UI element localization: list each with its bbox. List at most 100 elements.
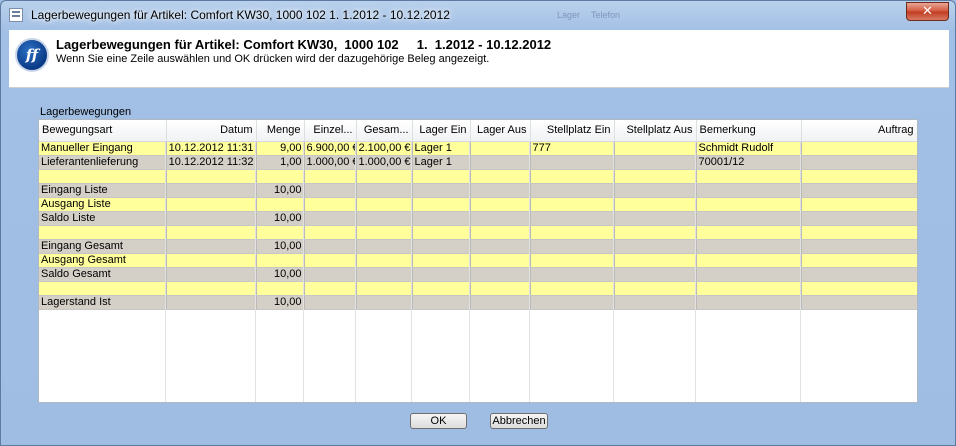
- column-header[interactable]: Bewegungsart: [39, 120, 167, 142]
- table-cell: Lagerstand Ist: [39, 295, 167, 310]
- table-cell: [801, 253, 917, 268]
- table-row[interactable]: Manueller Eingang 10.12.2012 11:31 9,00 6.9…: [39, 141, 917, 156]
- table-cell: [412, 253, 471, 268]
- table-cell: [166, 169, 257, 184]
- movements-table: Bewegungsart Datum Menge Einzel... Gesam... L…: [39, 120, 917, 310]
- table-cell: [166, 197, 257, 212]
- column-header[interactable]: Lager Ein: [412, 120, 471, 142]
- column-header[interactable]: Einzel...: [304, 120, 357, 142]
- table-cell: [412, 225, 471, 240]
- close-button[interactable]: ✕: [906, 2, 949, 21]
- table-cell: [614, 211, 697, 226]
- table-row[interactable]: [39, 281, 917, 296]
- table-cell: [470, 281, 531, 296]
- table-cell: [356, 267, 413, 282]
- table-row[interactable]: Saldo Liste 10,00: [39, 211, 917, 226]
- table-cell: 1.000,00 €: [356, 155, 413, 170]
- table-cell: [356, 169, 413, 184]
- column-header[interactable]: Gesam...: [356, 120, 413, 142]
- table-cell: Eingang Gesamt: [39, 239, 167, 254]
- table-row[interactable]: Ausgang Gesamt: [39, 253, 917, 268]
- table-cell: [304, 225, 357, 240]
- table-cell: [356, 239, 413, 254]
- header-title: Lagerbewegungen für Artikel: Comfort KW3…: [56, 37, 552, 52]
- table-row[interactable]: Eingang Gesamt 10,00: [39, 239, 917, 254]
- table-cell: [356, 211, 413, 226]
- table-cell: [470, 295, 531, 310]
- table-cell: 10,00: [256, 239, 305, 254]
- column-header[interactable]: Menge: [256, 120, 305, 142]
- table-cell: [801, 281, 917, 296]
- table-cell: [614, 267, 697, 282]
- column-header[interactable]: Bemerkung: [696, 120, 802, 142]
- table-cell: [470, 169, 531, 184]
- table-cell: [696, 211, 802, 226]
- column-header[interactable]: Stellplatz Aus: [614, 120, 697, 142]
- table-cell: [801, 155, 917, 170]
- table-cell: [614, 197, 697, 212]
- table-cell: [696, 169, 802, 184]
- table-cell: [530, 183, 615, 198]
- table-header-row: Bewegungsart Datum Menge Einzel... Gesam... L…: [39, 120, 917, 142]
- table-cell: [470, 141, 531, 156]
- table-cell: [614, 225, 697, 240]
- table-cell: [696, 197, 802, 212]
- app-logo-icon: ff: [15, 38, 49, 72]
- table-cell: [412, 169, 471, 184]
- table-cell: Lager 1: [412, 141, 471, 156]
- table-cell: [412, 239, 471, 254]
- header-panel: ff Lagerbewegungen für Artikel: Comfort …: [9, 30, 949, 88]
- table-cell: [470, 239, 531, 254]
- table-cell: [356, 281, 413, 296]
- table-cell: [39, 169, 167, 184]
- table-row[interactable]: [39, 225, 917, 240]
- table-cell: [304, 183, 357, 198]
- table-row[interactable]: Ausgang Liste: [39, 197, 917, 212]
- table-cell: [530, 253, 615, 268]
- table-cell: [356, 295, 413, 310]
- table-row[interactable]: Saldo Gesamt 10,00: [39, 267, 917, 282]
- table-cell: [166, 239, 257, 254]
- table-cell: 70001/12: [696, 155, 802, 170]
- table-cell: [470, 225, 531, 240]
- table-row[interactable]: Lagerstand Ist 10,00: [39, 295, 917, 310]
- title-bar[interactable]: Lagerbewegungen für Artikel: Comfort KW3…: [1, 1, 955, 29]
- table-cell: Schmidt Rudolf: [696, 141, 802, 156]
- table-cell: [614, 169, 697, 184]
- cancel-button[interactable]: Abbrechen: [490, 413, 548, 429]
- table-cell: [530, 295, 615, 310]
- table-cell: [801, 211, 917, 226]
- table-cell: Saldo Gesamt: [39, 267, 167, 282]
- table-cell: [696, 253, 802, 268]
- table-cell: 10,00: [256, 267, 305, 282]
- table-cell: Saldo Liste: [39, 211, 167, 226]
- table-cell: [801, 141, 917, 156]
- table-cell: [356, 197, 413, 212]
- table-cell: [801, 239, 917, 254]
- stock-movements-grid[interactable]: Bewegungsart Datum Menge Einzel... Gesam... L…: [38, 119, 918, 403]
- table-cell: [256, 169, 305, 184]
- table-cell: 777: [530, 141, 615, 156]
- column-header[interactable]: Stellplatz Ein: [530, 120, 615, 142]
- table-cell: [614, 239, 697, 254]
- table-cell: [696, 281, 802, 296]
- close-icon: ✕: [922, 4, 933, 19]
- table-cell: 10,00: [256, 295, 305, 310]
- table-row[interactable]: Eingang Liste 10,00: [39, 183, 917, 198]
- table-cell: [696, 267, 802, 282]
- table-row[interactable]: Lieferantenlieferung 10.12.2012 11:32 1,00…: [39, 155, 917, 170]
- column-header[interactable]: Lager Aus: [470, 120, 531, 142]
- table-cell: [166, 211, 257, 226]
- column-header[interactable]: Auftrag: [801, 120, 917, 142]
- table-cell: 9,00: [256, 141, 305, 156]
- table-cell: [614, 183, 697, 198]
- table-cell: 1,00: [256, 155, 305, 170]
- table-cell: [801, 183, 917, 198]
- table-cell: Lager 1: [412, 155, 471, 170]
- table-row[interactable]: [39, 169, 917, 184]
- header-subtitle: Wenn Sie eine Zeile auswählen und OK drü…: [56, 53, 490, 65]
- column-header[interactable]: Datum: [166, 120, 257, 142]
- background-ghost-text: Telefon: [591, 10, 621, 20]
- ok-button[interactable]: OK: [410, 413, 467, 429]
- table-cell: [256, 281, 305, 296]
